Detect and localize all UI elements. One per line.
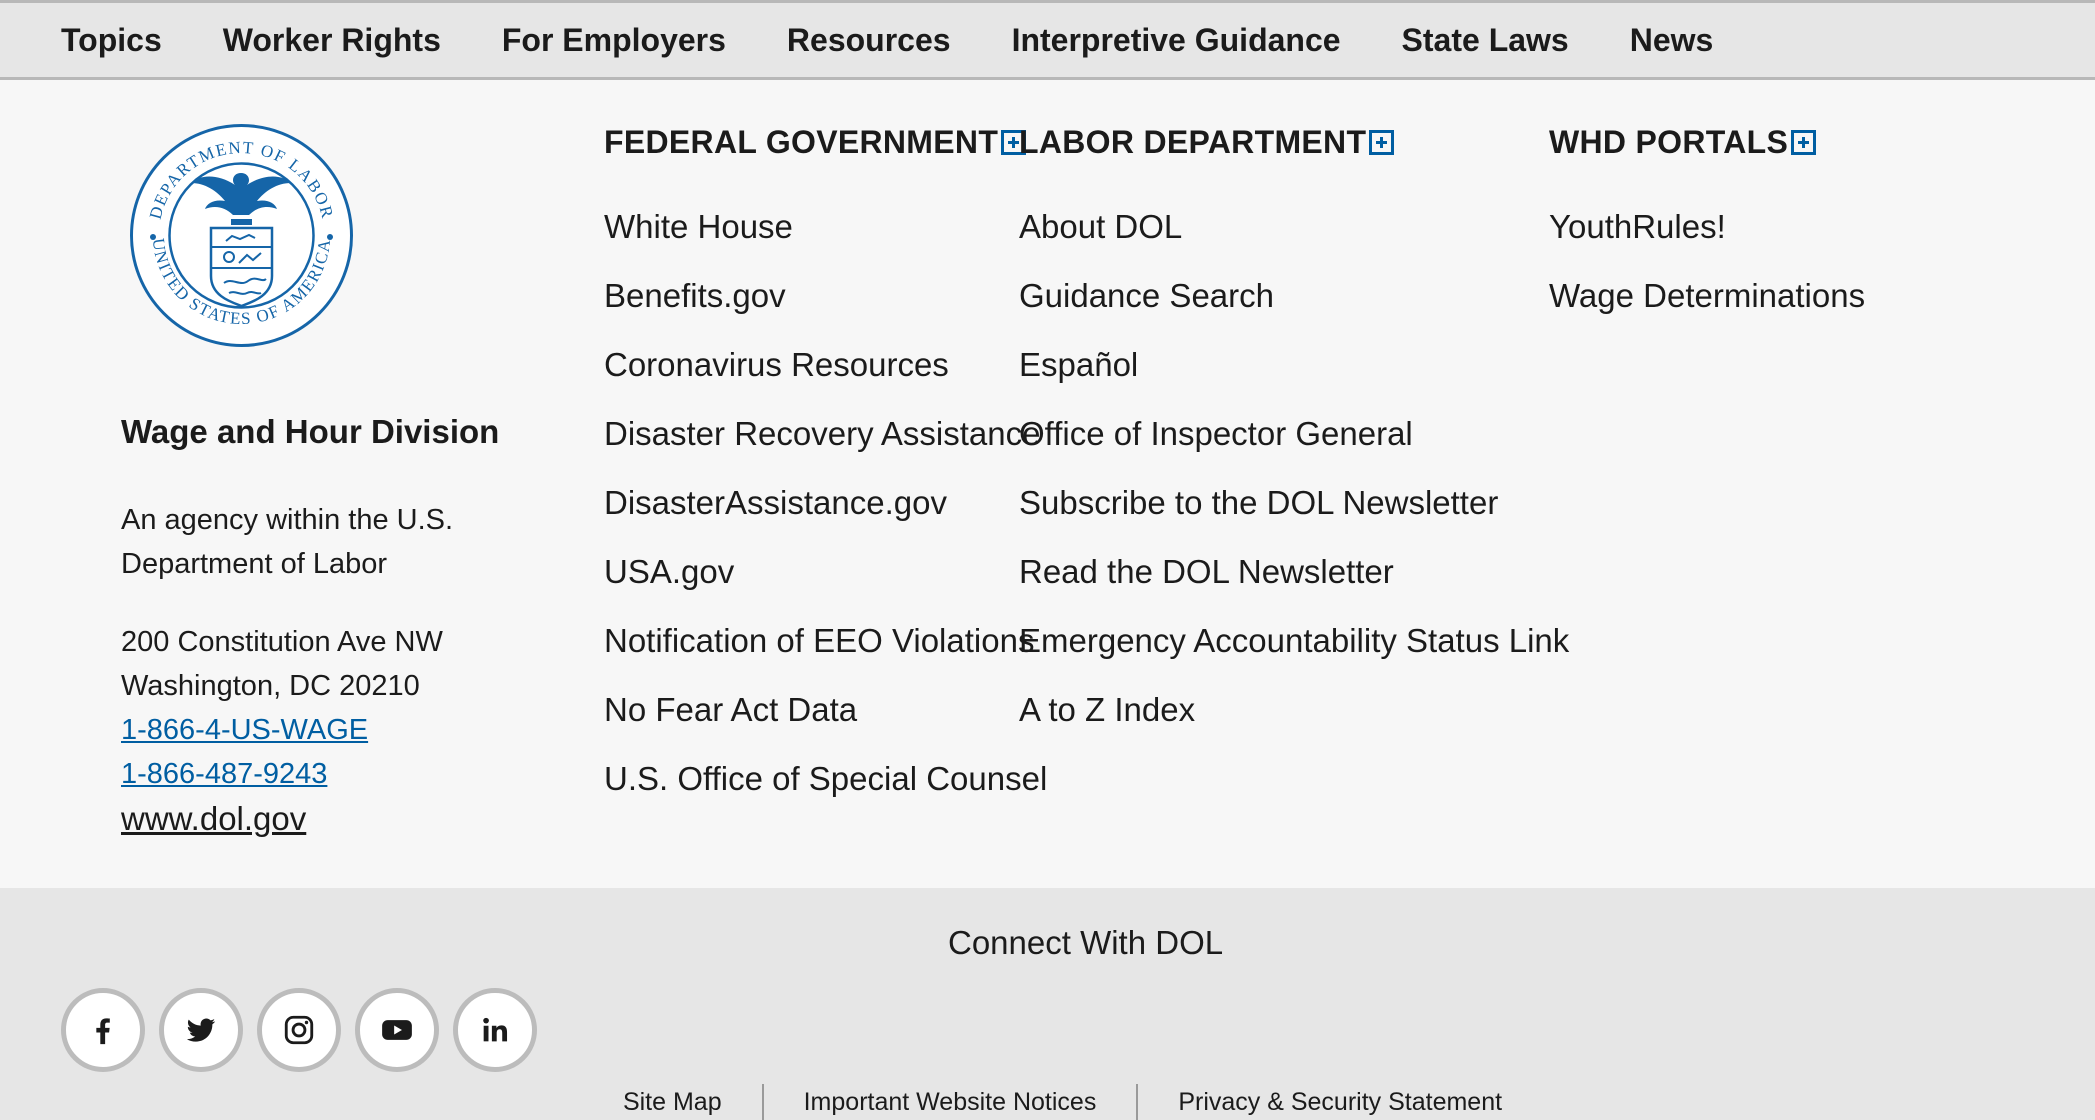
labor-department-heading-label: LABOR DEPARTMENT [1019, 123, 1367, 160]
link-white-house[interactable]: White House [604, 208, 793, 245]
list-item: Español [1019, 330, 1569, 399]
connect-heading: Connect With DOL [948, 924, 1224, 961]
list-item: Subscribe to the DOL Newsletter [1019, 468, 1569, 537]
link-about-dol[interactable]: About DOL [1019, 208, 1182, 245]
link-eeo-violations[interactable]: Notification of EEO Violations [604, 622, 1034, 659]
whd-portals-heading[interactable]: WHD PORTALS [1549, 116, 1865, 168]
agency-address: 200 Constitution Ave NW Washington, DC 2… [121, 620, 443, 796]
list-item: Coronavirus Resources [604, 330, 1047, 399]
nav-state-laws[interactable]: State Laws [1402, 22, 1569, 59]
nav-for-employers[interactable]: For Employers [502, 22, 726, 59]
labor-department-links: About DOL Guidance Search Español Office… [1019, 192, 1569, 744]
whd-portals-heading-label: WHD PORTALS [1549, 123, 1789, 160]
link-guidance-search[interactable]: Guidance Search [1019, 277, 1274, 314]
whd-portals-links: YouthRules! Wage Determinations [1549, 192, 1865, 330]
link-emergency-accountability[interactable]: Emergency Accountability Status Link [1019, 622, 1569, 659]
legal-links: Site Map Important Website Notices Priva… [0, 1084, 2095, 1120]
twitter-button[interactable] [159, 988, 243, 1072]
list-item: YouthRules! [1549, 192, 1865, 261]
nav-news[interactable]: News [1630, 22, 1714, 59]
list-item: USA.gov [604, 537, 1047, 606]
youtube-icon [382, 1020, 412, 1040]
list-item: A to Z Index [1019, 675, 1569, 744]
list-item: DisasterAssistance.gov [604, 468, 1047, 537]
facebook-icon [96, 1018, 110, 1045]
list-item: Wage Determinations [1549, 261, 1865, 330]
link-wage-determinations[interactable]: Wage Determinations [1549, 277, 1865, 314]
facebook-button[interactable] [61, 988, 145, 1072]
link-inspector-general[interactable]: Office of Inspector General [1019, 415, 1413, 452]
agency-description: An agency within the U.S. Department of … [121, 504, 454, 580]
list-item: U.S. Office of Special Counsel [604, 744, 1047, 813]
link-coronavirus-resources[interactable]: Coronavirus Resources [604, 346, 949, 383]
list-item: Read the DOL Newsletter [1019, 537, 1569, 606]
federal-government-heading[interactable]: FEDERAL GOVERNMENT [604, 116, 1047, 168]
list-item: Disaster Recovery Assistance [604, 399, 1047, 468]
labor-department-column: LABOR DEPARTMENT About DOL Guidance Sear… [1019, 116, 1569, 744]
link-espanol[interactable]: Español [1019, 346, 1138, 383]
list-item: White House [604, 192, 1047, 261]
link-disasterassistance-gov[interactable]: DisasterAssistance.gov [604, 484, 947, 521]
dol-seal-logo: DEPARTMENT OF LABOR UNITED STATES OF AME… [130, 124, 353, 347]
social-links [61, 988, 537, 1072]
instagram-button[interactable] [257, 988, 341, 1072]
list-item: Emergency Accountability Status Link [1019, 606, 1569, 675]
linkedin-button[interactable] [453, 988, 537, 1072]
link-benefits-gov[interactable]: Benefits.gov [604, 277, 786, 314]
site-map-link[interactable]: Site Map [623, 1088, 722, 1117]
list-item: Office of Inspector General [1019, 399, 1569, 468]
link-a-to-z-index[interactable]: A to Z Index [1019, 691, 1195, 728]
phone-link-number[interactable]: 1-866-487-9243 [121, 758, 327, 790]
list-item: Notification of EEO Violations [604, 606, 1047, 675]
link-read-newsletter[interactable]: Read the DOL Newsletter [1019, 553, 1394, 590]
twitter-icon [186, 1018, 216, 1042]
agency-name: Wage and Hour Division [121, 413, 500, 450]
nav-worker-rights[interactable]: Worker Rights [223, 22, 441, 59]
top-navigation: Topics Worker Rights For Employers Resou… [0, 0, 2095, 80]
youtube-button[interactable] [355, 988, 439, 1072]
expand-plus-icon[interactable] [1791, 129, 1817, 155]
link-disaster-recovery-assistance[interactable]: Disaster Recovery Assistance [604, 415, 1041, 452]
privacy-security-link[interactable]: Privacy & Security Statement [1178, 1088, 1502, 1117]
address-line-1: 200 Constitution Ave NW [121, 626, 443, 658]
link-subscribe-newsletter[interactable]: Subscribe to the DOL Newsletter [1019, 484, 1498, 521]
whd-portals-column: WHD PORTALS YouthRules! Wage Determinati… [1549, 116, 1865, 330]
website-notices-link[interactable]: Important Website Notices [804, 1088, 1097, 1117]
dol-website-link[interactable]: www.dol.gov [121, 800, 306, 838]
footer-bottom: Connect With DOL Site Map Important Webs… [0, 888, 2095, 1120]
federal-government-column: FEDERAL GOVERNMENT White House Benefits.… [604, 116, 1047, 813]
federal-government-heading-label: FEDERAL GOVERNMENT [604, 123, 999, 160]
phone-link-wage[interactable]: 1-866-4-US-WAGE [121, 714, 368, 746]
federal-government-links: White House Benefits.gov Coronavirus Res… [604, 192, 1047, 813]
address-line-2: Washington, DC 20210 [121, 670, 420, 702]
list-item: About DOL [1019, 192, 1569, 261]
labor-department-heading[interactable]: LABOR DEPARTMENT [1019, 116, 1569, 168]
link-no-fear-act-data[interactable]: No Fear Act Data [604, 691, 857, 728]
list-item: No Fear Act Data [604, 675, 1047, 744]
list-item: Guidance Search [1019, 261, 1569, 330]
divider [761, 1084, 764, 1120]
nav-topics[interactable]: Topics [61, 22, 162, 59]
expand-plus-icon[interactable] [1369, 129, 1395, 155]
link-youthrules[interactable]: YouthRules! [1549, 208, 1726, 245]
nav-resources[interactable]: Resources [787, 22, 951, 59]
nav-interpretive-guidance[interactable]: Interpretive Guidance [1012, 22, 1341, 59]
instagram-icon [284, 1015, 314, 1045]
divider [1136, 1084, 1139, 1120]
link-usa-gov[interactable]: USA.gov [604, 553, 734, 590]
list-item: Benefits.gov [604, 261, 1047, 330]
linkedin-icon [483, 1017, 508, 1042]
footer-main: DEPARTMENT OF LABOR UNITED STATES OF AME… [0, 80, 2095, 888]
link-office-of-special-counsel[interactable]: U.S. Office of Special Counsel [604, 760, 1047, 797]
